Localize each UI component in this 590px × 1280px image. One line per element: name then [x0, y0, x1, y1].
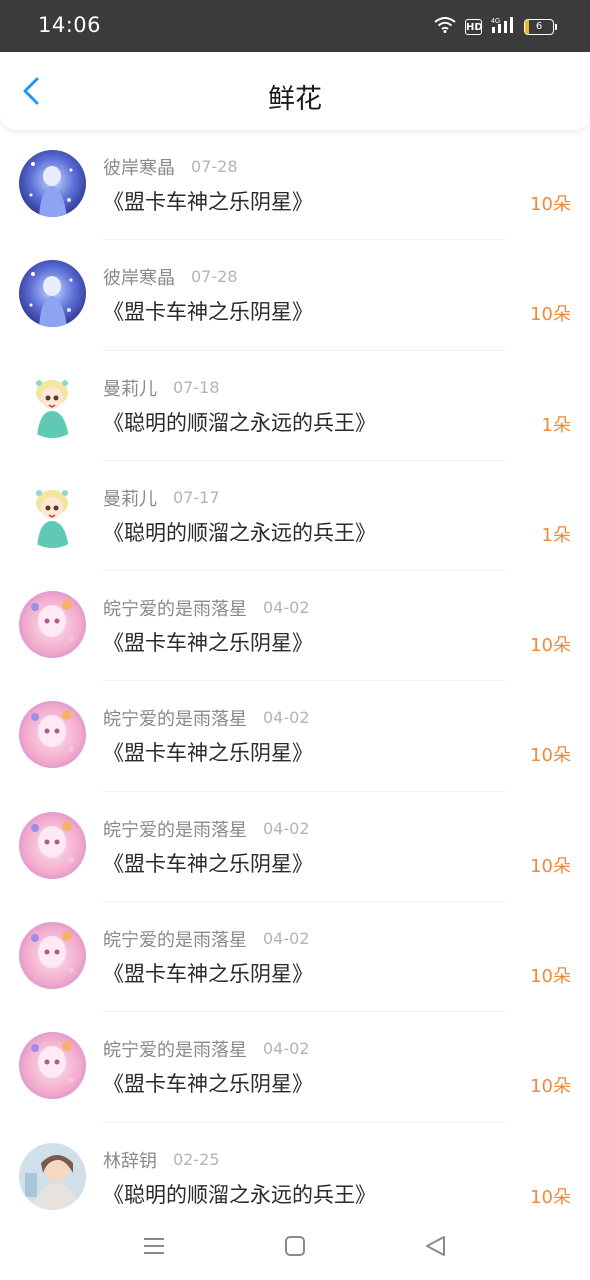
list-item[interactable]: 彼岸寒晶 07-28 《盟卡车神之乐阴星》 10朵	[0, 240, 590, 351]
book-title[interactable]: 《盟卡车神之乐阴星》	[103, 737, 313, 767]
user-name: 曼莉儿	[103, 488, 157, 510]
book-title[interactable]: 《盟卡车神之乐阴星》	[103, 848, 313, 878]
gift-date: 07-28	[191, 157, 238, 176]
menu-button[interactable]	[140, 1232, 168, 1260]
list-item[interactable]: 曼莉儿 07-17 《聪明的顺溜之永远的兵王》 1朵	[0, 461, 590, 572]
flower-count: 1朵	[541, 524, 571, 546]
list-item[interactable]: 皖宁爱的是雨落星 04-02 《盟卡车神之乐阴星》 10朵	[0, 902, 590, 1013]
page-title: 鲜花	[268, 84, 322, 115]
list-item[interactable]: 皖宁爱的是雨落星 04-02 《盟卡车神之乐阴星》 10朵	[0, 792, 590, 903]
user-name: 皖宁爱的是雨落星	[103, 819, 247, 841]
nav-back-button[interactable]	[422, 1232, 450, 1260]
avatar[interactable]	[19, 811, 86, 879]
status-bar: 14:06 HD 4G 6	[0, 0, 590, 52]
flower-count: 10朵	[530, 1076, 571, 1098]
book-title[interactable]: 《盟卡车神之乐阴星》	[103, 296, 313, 326]
header: 鲜花	[0, 52, 590, 130]
avatar[interactable]	[19, 370, 86, 438]
gift-date: 07-28	[191, 267, 238, 287]
battery-icon: 6	[524, 19, 557, 35]
flower-count: 10朵	[530, 304, 571, 326]
list-item[interactable]: 曼莉儿 07-18 《聪明的顺溜之永远的兵王》 1朵	[0, 351, 590, 461]
avatar[interactable]	[19, 591, 86, 659]
user-name: 皖宁爱的是雨落星	[103, 709, 247, 731]
gift-date: 04-02	[263, 1039, 310, 1059]
avatar[interactable]	[19, 1032, 86, 1100]
gift-date: 02-25	[173, 1149, 220, 1169]
wifi-icon	[434, 17, 456, 37]
user-name: 彼岸寒晶	[103, 268, 175, 290]
list-item[interactable]: 林辞钥 02-25 《聪明的顺溜之永远的兵王》 10朵	[0, 1123, 590, 1233]
flower-count: 10朵	[530, 194, 571, 215]
hd-icon: HD	[465, 19, 483, 35]
gift-date: 04-02	[263, 818, 310, 838]
book-title[interactable]: 《聪明的顺溜之永远的兵王》	[103, 1179, 376, 1209]
avatar[interactable]	[19, 922, 86, 990]
flower-count: 10朵	[530, 745, 571, 767]
user-name: 皖宁爱的是雨落星	[103, 599, 247, 621]
user-name: 皖宁爱的是雨落星	[103, 930, 247, 952]
avatar[interactable]	[19, 480, 86, 548]
book-title[interactable]: 《盟卡车神之乐阴星》	[103, 627, 313, 657]
flower-count: 1朵	[541, 414, 571, 436]
list-item[interactable]: 皖宁爱的是雨落星 04-02 《盟卡车神之乐阴星》 10朵	[0, 571, 590, 682]
list-item[interactable]: 皖宁爱的是雨落星 04-02 《盟卡车神之乐阴星》 10朵	[0, 681, 590, 792]
gift-date: 04-02	[263, 708, 310, 728]
book-title[interactable]: 《盟卡车神之乐阴星》	[103, 958, 313, 988]
gift-date: 04-02	[263, 598, 310, 618]
triangle-back-icon	[426, 1236, 445, 1256]
menu-icon	[144, 1238, 164, 1254]
gift-date: 07-18	[173, 377, 220, 397]
avatar[interactable]	[19, 260, 86, 328]
user-name: 皖宁爱的是雨落星	[103, 1040, 247, 1062]
flower-list: 彼岸寒晶 07-28 《盟卡车神之乐阴星》 10朵 彼岸寒晶 07-28 《盟卡车神之乐阴…	[0, 130, 590, 1233]
book-title[interactable]: 《盟卡车神之乐阴星》	[103, 1068, 313, 1098]
status-icons: HD 4G 6	[434, 16, 557, 38]
user-name: 林辞钥	[103, 1150, 157, 1172]
avatar[interactable]	[19, 150, 86, 217]
flower-count: 10朵	[530, 966, 571, 988]
avatar[interactable]	[19, 701, 86, 769]
flower-count: 10朵	[530, 1186, 571, 1208]
home-button[interactable]	[281, 1232, 309, 1260]
flower-count: 10朵	[530, 855, 571, 877]
signal-icon: 4G	[491, 16, 515, 38]
flower-count: 10朵	[530, 635, 571, 657]
svg-text:4G: 4G	[491, 18, 500, 25]
system-nav-bar	[0, 1218, 590, 1280]
list-item[interactable]: 皖宁爱的是雨落星 04-02 《盟卡车神之乐阴星》 10朵	[0, 1012, 590, 1123]
user-name: 曼莉儿	[103, 378, 157, 400]
book-title[interactable]: 《盟卡车神之乐阴星》	[103, 186, 313, 216]
avatar[interactable]	[19, 1142, 86, 1210]
home-square-icon	[285, 1236, 305, 1256]
status-time: 14:06	[38, 13, 102, 37]
gift-date: 07-17	[173, 487, 220, 507]
book-title[interactable]: 《聪明的顺溜之永远的兵王》	[103, 517, 376, 547]
user-name: 彼岸寒晶	[103, 158, 175, 179]
list-item[interactable]: 彼岸寒晶 07-28 《盟卡车神之乐阴星》 10朵	[0, 130, 590, 241]
book-title[interactable]: 《聪明的顺溜之永远的兵王》	[103, 407, 376, 437]
gift-date: 04-02	[263, 929, 310, 949]
